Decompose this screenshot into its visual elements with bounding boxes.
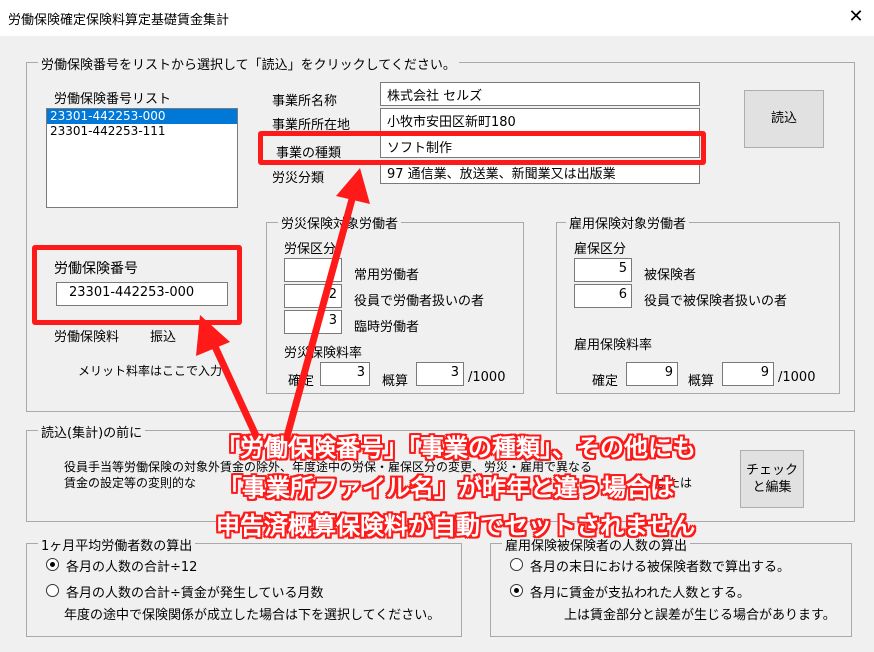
annotation-line-1: 「労働保険番号」「事業の種類」、その他にも xyxy=(216,434,696,462)
annotation-line-3: 申告済概算保険料が自動でセットされません xyxy=(216,512,696,540)
annotation-arrows xyxy=(196,168,370,442)
arrow-to-business-type xyxy=(282,191,358,441)
arrowhead-business-type xyxy=(336,168,370,204)
arrow-to-insurance-number xyxy=(208,338,262,442)
annotation-line-2: 「事業所ファイル名」が昨年と違う場合は xyxy=(218,474,674,502)
